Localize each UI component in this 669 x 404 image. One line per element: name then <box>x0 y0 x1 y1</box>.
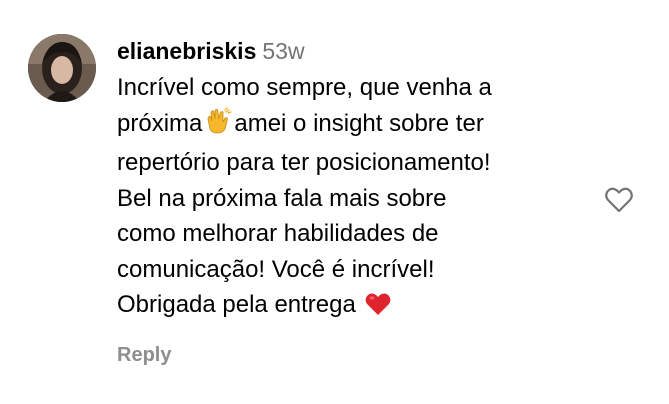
heart-outline-icon <box>605 187 633 213</box>
comment-header: elianebriskis 53w <box>117 36 587 66</box>
comment-body: elianebriskis 53w Incrível como sempre, q… <box>117 36 587 327</box>
comment-text-line: como melhorar habilidades de <box>117 220 439 247</box>
comment-text-line: Incrível como sempre, que venha a <box>117 74 492 101</box>
like-button[interactable] <box>604 185 634 215</box>
reply-button[interactable]: Reply <box>117 344 171 367</box>
comment-text-line: Obrigada pela entrega <box>117 287 587 327</box>
avatar[interactable] <box>28 34 96 102</box>
timestamp[interactable]: 53w <box>262 38 304 64</box>
comment-text-line: próxima amei o insight sobre ter <box>117 106 587 146</box>
comment-text-line: Bel na próxima fala mais sobre <box>117 184 447 212</box>
comment-text-line: repertório para ter posicionamento! <box>117 149 491 176</box>
username-link[interactable]: elianebriskis <box>117 38 256 64</box>
comment-text-fragment: próxima <box>117 109 203 137</box>
clapping-hands-icon <box>204 106 233 146</box>
red-heart-icon <box>365 291 391 327</box>
comment-text-line: comunicação! Você é incrível! <box>117 255 435 283</box>
avatar-image <box>28 34 96 102</box>
comment-text-fragment: Obrigada pela entrega <box>117 291 356 318</box>
comment-text-fragment: amei o insight sobre ter <box>234 109 484 137</box>
comment-text: Incrível como sempre, que venha a próxim… <box>117 70 587 327</box>
comment-item: elianebriskis 53w Incrível como sempre, q… <box>0 0 669 404</box>
